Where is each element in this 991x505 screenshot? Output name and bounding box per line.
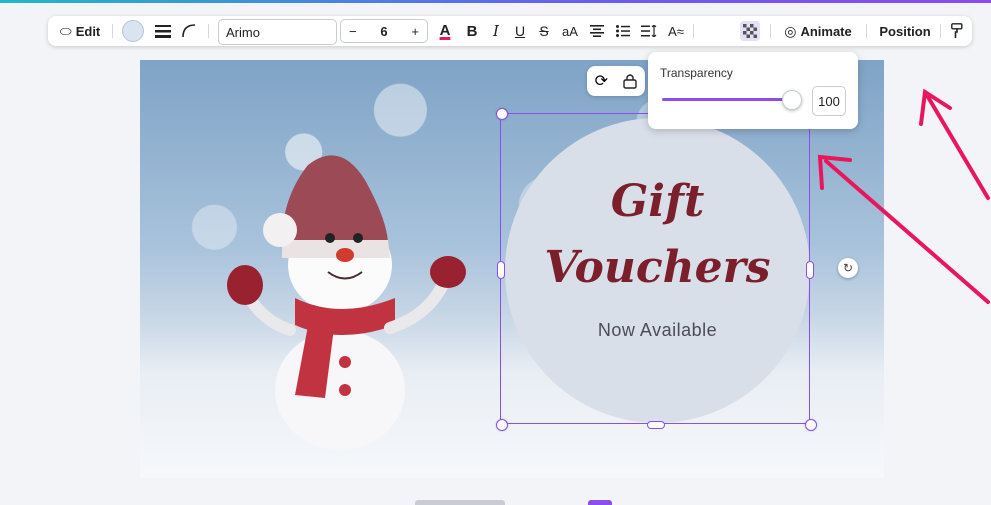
transparency-popup: Transparency 100 xyxy=(648,52,858,129)
underline-icon: U xyxy=(514,23,526,39)
transparency-slider-handle[interactable] xyxy=(782,90,802,110)
spacing-icon xyxy=(641,25,657,37)
text-color-button[interactable]: A xyxy=(434,16,456,46)
align-button[interactable] xyxy=(586,16,608,46)
italic-button[interactable]: I xyxy=(486,16,506,46)
spacing-button[interactable] xyxy=(638,16,660,46)
page-indicator-active[interactable] xyxy=(588,500,612,505)
font-size-value[interactable]: 6 xyxy=(380,24,387,39)
font-size-decrease-button[interactable]: − xyxy=(349,24,357,39)
color-swatch-button[interactable] xyxy=(120,16,146,46)
separator xyxy=(866,24,867,38)
font-size-stepper[interactable]: − 6 + xyxy=(340,19,428,43)
font-family-dropdown[interactable]: Arimo xyxy=(218,19,337,45)
snowman-image xyxy=(227,155,466,450)
separator xyxy=(112,24,113,38)
element-mini-toolbar: ⟳ xyxy=(587,66,645,96)
top-accent-line xyxy=(0,0,991,3)
align-icon xyxy=(590,25,604,37)
list-icon xyxy=(616,25,630,37)
resize-handle-top-left[interactable] xyxy=(496,108,508,120)
paint-format-icon xyxy=(951,23,963,38)
underline-button[interactable]: U xyxy=(510,16,530,46)
rotate-icon: ↻ xyxy=(842,261,854,275)
separator xyxy=(208,24,209,38)
corner-icon xyxy=(182,24,196,38)
paint-format-button[interactable] xyxy=(946,16,968,46)
text-color-icon: A xyxy=(439,22,451,39)
transparency-label: Transparency xyxy=(660,66,733,80)
rotate-button[interactable]: ↻ xyxy=(838,258,858,278)
line-weight-button[interactable] xyxy=(152,16,174,46)
case-icon: aA xyxy=(562,23,578,39)
resize-handle-bottom-right[interactable] xyxy=(805,419,817,431)
lock-icon[interactable] xyxy=(623,73,638,89)
separator xyxy=(693,24,694,38)
resize-handle-bottom[interactable] xyxy=(647,421,665,429)
transparency-icon xyxy=(740,21,760,41)
color-swatch-icon xyxy=(122,20,144,42)
selection-box[interactable] xyxy=(500,113,810,424)
bold-button[interactable]: B xyxy=(462,16,482,46)
text-effects-button[interactable]: A≈ xyxy=(664,16,688,46)
list-button[interactable] xyxy=(612,16,634,46)
animate-button[interactable]: ◎ Animate xyxy=(778,16,858,46)
transparency-value-input[interactable]: 100 xyxy=(812,86,846,116)
shape-edit-icon: ⬭ xyxy=(59,22,72,39)
resize-handle-left[interactable] xyxy=(497,261,505,279)
comment-plus-icon[interactable]: ⟳ xyxy=(595,71,608,91)
transparency-slider-track[interactable] xyxy=(662,98,792,101)
resize-handle-right[interactable] xyxy=(806,261,814,279)
transparency-button[interactable] xyxy=(738,16,762,46)
italic-icon: I xyxy=(493,22,499,40)
animate-icon: ◎ xyxy=(784,22,797,39)
annotation-arrow-1 xyxy=(919,88,990,200)
resize-handle-bottom-left[interactable] xyxy=(496,419,508,431)
page-scroll-indicator[interactable] xyxy=(415,500,505,505)
text-effects-icon: A≈ xyxy=(668,23,684,39)
text-toolbar: ⬭ Edit Arimo − 6 + A B I U S aA A≈ ◎ Ani… xyxy=(48,16,972,46)
bold-icon: B xyxy=(466,22,478,40)
position-button[interactable]: Position xyxy=(874,16,936,46)
strikethrough-icon: S xyxy=(539,23,549,39)
letter-case-button[interactable]: aA xyxy=(558,16,582,46)
separator xyxy=(770,24,771,38)
strikethrough-button[interactable]: S xyxy=(534,16,554,46)
separator xyxy=(940,24,941,38)
line-weight-icon xyxy=(155,25,171,38)
corner-button[interactable] xyxy=(178,16,200,46)
font-size-increase-button[interactable]: + xyxy=(411,24,419,39)
edit-button[interactable]: ⬭ Edit xyxy=(56,16,104,46)
